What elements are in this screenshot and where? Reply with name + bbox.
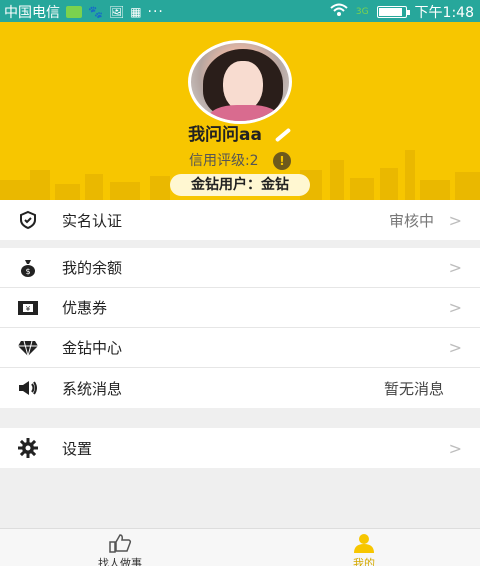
status-bar: 中国电信 🐾 🖼 ▦ ··· 3G 下午1:48 bbox=[0, 0, 480, 22]
coupon-row[interactable]: ¥ 优惠券 > bbox=[0, 288, 480, 328]
nav-find-person-label: 找人做事 bbox=[98, 557, 142, 566]
messages-status: 暂无消息 bbox=[383, 379, 444, 398]
avatar[interactable] bbox=[188, 40, 292, 124]
credit-rating: 信用评级:2 bbox=[188, 153, 259, 169]
info-icon[interactable]: ! bbox=[273, 152, 292, 170]
chevron-right-icon: > bbox=[448, 338, 462, 357]
balance-label: 我的余额 bbox=[62, 259, 123, 277]
settings-group: 设置 > bbox=[0, 428, 480, 468]
battery-icon bbox=[376, 6, 410, 18]
money-bag-icon: $ bbox=[17, 258, 39, 278]
battery-fill bbox=[378, 8, 402, 16]
settings-label: 设置 bbox=[62, 439, 93, 458]
coupon-label: 优惠券 bbox=[62, 299, 108, 317]
chevron-right-icon: > bbox=[448, 210, 462, 230]
nickname-row: 我问问aa bbox=[0, 120, 480, 145]
svg-text:$: $ bbox=[25, 267, 30, 276]
verification-row[interactable]: 实名认证 审核中 > bbox=[0, 200, 480, 240]
speaker-icon bbox=[17, 378, 39, 398]
chevron-right-icon: > bbox=[448, 258, 462, 277]
bottom-nav: 找人做事 我的 bbox=[0, 528, 480, 566]
profile-header: 我问问aa 信用评级:2 ! 金钻用户：金钻 bbox=[0, 22, 480, 200]
messages-label: 系统消息 bbox=[62, 379, 123, 398]
gold-center-row[interactable]: 金钻中心 > bbox=[0, 328, 480, 368]
carrier-label: 中国电信 bbox=[4, 5, 60, 21]
chevron-right-icon: > bbox=[448, 438, 462, 458]
clock: 下午1:48 bbox=[414, 5, 474, 21]
nav-find-person[interactable]: 找人做事 bbox=[80, 533, 160, 566]
verification-group: 实名认证 审核中 > bbox=[0, 200, 480, 240]
more-notifications-icon: ··· bbox=[147, 4, 164, 20]
gallery-icon: ▦ bbox=[130, 5, 142, 19]
nav-mine[interactable]: 我的 bbox=[324, 533, 404, 566]
messages-row[interactable]: 系统消息 暂无消息 bbox=[0, 368, 480, 408]
image-icon: 🖼 bbox=[108, 5, 125, 19]
ticket-icon: ¥ bbox=[17, 298, 39, 318]
wifi-icon bbox=[330, 3, 348, 21]
paw-icon: 🐾 bbox=[88, 5, 103, 19]
balance-row[interactable]: $ 我的余额 > bbox=[0, 248, 480, 288]
verification-status: 审核中 bbox=[388, 211, 434, 230]
nav-mine-label: 我的 bbox=[353, 557, 375, 566]
vip-badge: 金钻用户：金钻 bbox=[170, 174, 310, 196]
person-icon bbox=[324, 533, 404, 553]
shield-check-icon bbox=[17, 210, 39, 230]
signal-icon: 3G bbox=[356, 7, 369, 17]
wechat-icon bbox=[66, 6, 82, 18]
gear-icon bbox=[17, 438, 39, 458]
nickname: 我问问aa bbox=[188, 125, 263, 145]
settings-row[interactable]: 设置 > bbox=[0, 428, 480, 468]
account-group: $ 我的余额 > ¥ 优惠券 > 金钻中心 > 系统消息 暂无消息 bbox=[0, 248, 480, 408]
svg-text:¥: ¥ bbox=[26, 305, 31, 313]
diamond-icon bbox=[17, 338, 39, 358]
gold-center-label: 金钻中心 bbox=[62, 339, 123, 357]
credit-row: 信用评级:2 ! bbox=[0, 150, 480, 170]
verification-label: 实名认证 bbox=[62, 211, 123, 230]
thumbs-up-icon bbox=[80, 533, 160, 553]
signal-label: 3G bbox=[355, 7, 369, 17]
chevron-right-icon: > bbox=[448, 298, 462, 317]
edit-pencil-icon[interactable] bbox=[274, 127, 292, 143]
